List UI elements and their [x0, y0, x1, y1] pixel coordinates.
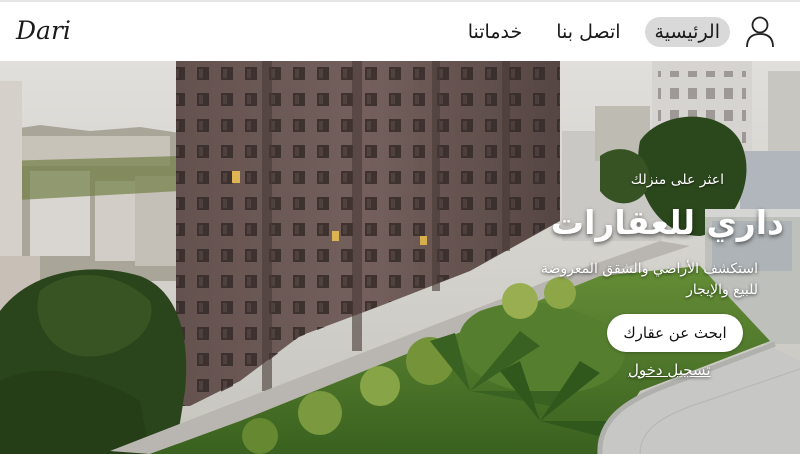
top-navigation-bar: Dari الرئيسية اتصل بنا خدماتنا: [0, 0, 800, 61]
nav-item-services[interactable]: خدماتنا: [458, 17, 533, 47]
login-link[interactable]: تسجيل دخول: [628, 361, 711, 379]
search-property-button[interactable]: ابحث عن عقارك: [607, 314, 743, 352]
main-nav: الرئيسية اتصل بنا خدماتنا: [458, 12, 776, 52]
hero-title: داري للعقارات: [550, 203, 784, 242]
hero-section: اعثر على منزلك داري للعقارات استكشف الأر…: [0, 61, 800, 454]
nav-item-home[interactable]: الرئيسية: [644, 17, 730, 47]
hero-tagline: اعثر على منزلك: [630, 172, 724, 188]
nav-item-contact[interactable]: اتصل بنا: [546, 17, 630, 47]
user-icon[interactable]: [744, 15, 776, 49]
brand-logo[interactable]: Dari: [16, 16, 71, 45]
hero-description: استكشف الأراضي والشقق المعروضة للبيع وال…: [540, 261, 758, 298]
hero-background-image: [0, 61, 800, 454]
